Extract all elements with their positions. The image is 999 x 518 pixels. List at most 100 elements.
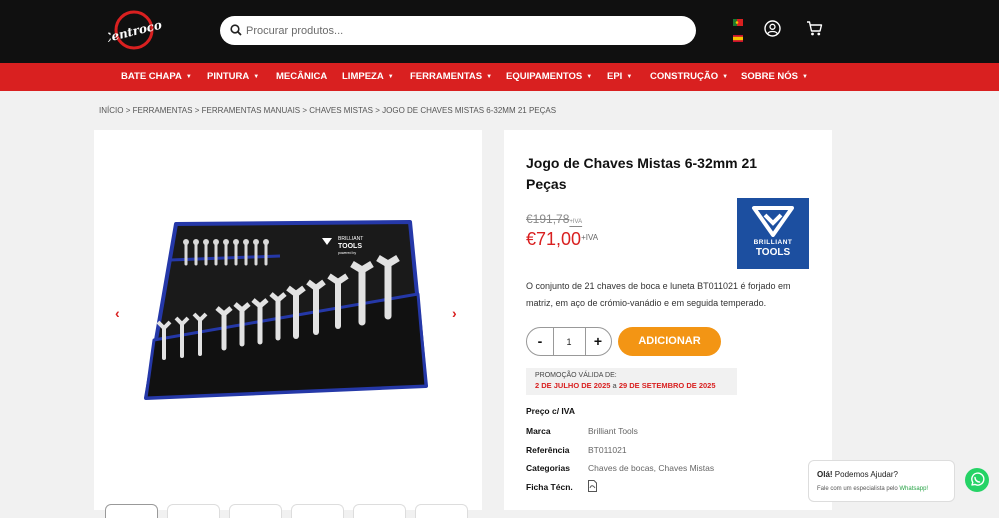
old-price-value: €191,78 [526, 212, 570, 226]
nav-item-bate-chapa[interactable]: BATE CHAPA ▼ [121, 63, 192, 91]
quantity-stepper: - + [526, 327, 612, 356]
gallery-thumbnail[interactable] [229, 504, 282, 518]
caret-down-icon: ▼ [387, 74, 394, 80]
current-price: €71,00+IVA [526, 229, 598, 250]
breadcrumb-separator: > [194, 106, 200, 115]
main-navigation: BATE CHAPA ▼ PINTURA ▼ MECÂNICA LIMPEZA ▼ F… [0, 63, 999, 91]
chat-prompt[interactable]: Olá! Podemos Ajudar? Fale com um especia… [808, 460, 955, 502]
site-header: Centrocor [0, 0, 999, 63]
gallery-thumbnail[interactable] [167, 504, 220, 518]
old-price: €191,78+IVA [526, 212, 582, 226]
portugal-flag-icon[interactable] [733, 19, 743, 26]
nav-label: EQUIPAMENTOS [506, 71, 583, 82]
file-pdf-icon[interactable] [588, 480, 597, 492]
search-bar[interactable] [220, 16, 696, 45]
spec-label-referencia: Referência [526, 445, 570, 455]
nav-item-epi[interactable]: EPI ▼ [607, 63, 632, 91]
product-gallery: ‹ › BRILLIANT TOOLS powered by [94, 130, 482, 518]
gallery-thumbnail[interactable] [291, 504, 344, 518]
breadcrumb-current: JOGO DE CHAVES MISTAS 6-32MM 21 PEÇAS [382, 106, 557, 115]
quantity-increase-button[interactable]: + [585, 328, 611, 355]
caret-down-icon: ▼ [586, 74, 593, 80]
caret-down-icon: ▼ [802, 74, 808, 80]
add-to-cart-button[interactable]: ADICIONAR [618, 327, 721, 356]
promo-start: 2 DE JULHO DE 2025 [535, 381, 611, 390]
caret-down-icon: ▼ [185, 74, 192, 80]
nav-label: MECÂNICA [276, 71, 328, 82]
promo-label: PROMOÇÃO VÁLIDA DE: [535, 372, 617, 379]
nav-label: LIMPEZA [342, 71, 384, 82]
old-price-suffix: +IVA [569, 219, 583, 225]
chat-greeting-rest: Podemos Ajudar? [834, 470, 898, 479]
price-with-vat-label: Preço c/ IVA [526, 406, 575, 416]
nav-label: BATE CHAPA [121, 71, 182, 82]
pouch-brand-line1: BRILLIANT [338, 236, 363, 242]
spec-value-marca[interactable]: Brilliant Tools [588, 426, 638, 436]
price-suffix: +IVA [581, 233, 599, 242]
caret-down-icon: ▼ [722, 74, 729, 80]
chat-whatsapp-link[interactable]: Whatsapp! [899, 486, 928, 492]
chat-subtext: Fale com um especialista pelo Whatsapp! [817, 486, 928, 492]
nav-item-equipamentos[interactable]: EQUIPAMENTOS ▼ [506, 63, 592, 91]
promo-end: 29 DE SETEMBRO DE 2025 [618, 381, 716, 390]
chat-greeting: Olá! Podemos Ajudar? [817, 470, 898, 479]
user-icon[interactable] [764, 20, 781, 37]
logo-text: Centrocor [108, 16, 162, 46]
chat-greeting-bold: Olá! [817, 470, 833, 479]
breadcrumb-ferramentas-manuais[interactable]: FERRAMENTAS MANUAIS [202, 106, 301, 115]
nav-item-ferramentas[interactable]: FERRAMENTAS ▼ [410, 63, 492, 91]
caret-down-icon: ▼ [626, 74, 633, 80]
nav-label: FERRAMENTAS [410, 71, 483, 82]
quantity-input[interactable] [554, 332, 584, 351]
breadcrumb-separator: > [302, 106, 308, 115]
product-title: Jogo de Chaves Mistas 6-32mm 21 Peças [526, 155, 758, 192]
nav-item-pintura[interactable]: PINTURA ▼ [207, 63, 259, 91]
spain-flag-icon[interactable] [733, 35, 743, 42]
cart-icon[interactable] [806, 20, 823, 37]
nav-label: SOBRE NÓS [741, 71, 799, 82]
nav-item-sobre-nos[interactable]: SOBRE NÓS ▼ [741, 63, 808, 91]
breadcrumb-chaves-mistas[interactable]: CHAVES MISTAS [309, 106, 373, 115]
spec-label-ficha-tecnica: Ficha Técn. [526, 482, 573, 492]
price-value: €71,00 [526, 229, 582, 249]
promo-dates: 2 DE JULHO DE 2025 a 29 DE SETEMBRO DE 2… [535, 381, 716, 390]
breadcrumb-separator: > [125, 106, 131, 115]
gallery-prev-arrow-icon[interactable]: ‹ [115, 305, 120, 321]
brand-logo-line2: TOOLS [755, 247, 791, 258]
nav-item-limpeza[interactable]: LIMPEZA ▼ [342, 63, 394, 91]
gallery-thumbnail[interactable] [415, 504, 468, 518]
breadcrumb-home[interactable]: INÍCIO [99, 106, 123, 115]
breadcrumb-ferramentas[interactable]: FERRAMENTAS [133, 106, 193, 115]
gallery-next-arrow-icon[interactable]: › [452, 305, 457, 321]
spec-label-categorias: Categorias [526, 463, 570, 473]
search-input[interactable] [246, 20, 686, 41]
brand-logo-line1: BRILLIANT [753, 239, 793, 246]
nav-item-construcao[interactable]: CONSTRUÇÃO ▼ [650, 63, 728, 91]
centrocor-logo[interactable]: Centrocor [108, 9, 162, 51]
spec-label-marca: Marca [526, 426, 551, 436]
caret-down-icon: ▼ [486, 74, 493, 80]
product-description: O conjunto de 21 chaves de boca e luneta… [526, 281, 791, 308]
whatsapp-icon [971, 472, 985, 486]
brand-logo[interactable]: BRILLIANT TOOLS [737, 198, 809, 269]
breadcrumb: INÍCIO > FERRAMENTAS > FERRAMENTAS MANUA… [99, 106, 556, 115]
product-image[interactable]: BRILLIANT TOOLS powered by [140, 218, 440, 408]
search-icon[interactable] [230, 24, 242, 36]
whatsapp-button[interactable] [965, 468, 989, 492]
spec-value-referencia: BT011021 [588, 445, 627, 455]
spec-value-categorias[interactable]: Chaves de bocas, Chaves Mistas [588, 463, 714, 473]
product-info-panel: Jogo de Chaves Mistas 6-32mm 21 Peças €1… [504, 130, 832, 510]
gallery-thumbnail[interactable] [105, 504, 158, 518]
breadcrumb-separator: > [375, 106, 380, 115]
pouch-brand-line2: TOOLS [338, 243, 362, 250]
promo-connector: a [612, 381, 617, 390]
chat-subtext-text: Fale com um especialista pelo [817, 486, 898, 492]
nav-label: EPI [607, 71, 623, 82]
quantity-decrease-button[interactable]: - [527, 328, 553, 355]
brilliant-tools-emblem-icon [752, 206, 794, 237]
gallery-thumbnail[interactable] [353, 504, 406, 518]
nav-item-mecanica[interactable]: MECÂNICA [276, 63, 327, 91]
pouch-brand-line3: powered by [338, 251, 356, 255]
promotion-box: PROMOÇÃO VÁLIDA DE: 2 DE JULHO DE 2025 a… [526, 368, 737, 395]
nav-label: PINTURA [207, 71, 250, 82]
